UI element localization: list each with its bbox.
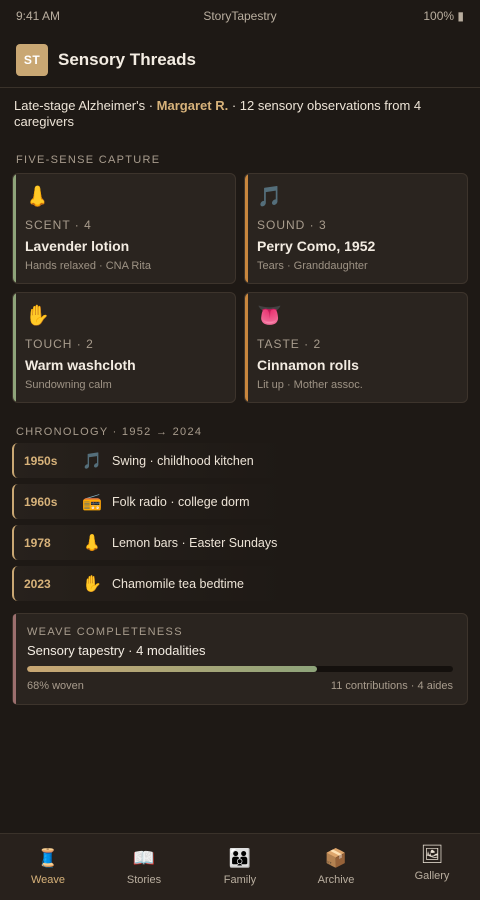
page-title: Sensory Threads xyxy=(58,49,196,69)
sense-card-taste[interactable]: 👅 TASTE · 2 Cinnamon rolls Lit up · Moth… xyxy=(244,292,468,403)
sense-meta: SOUND · 3 xyxy=(257,218,327,232)
nose-icon: 👃 xyxy=(25,186,50,208)
hand-icon: ✋ xyxy=(82,575,102,593)
music-note-icon: 🎵 xyxy=(257,186,282,208)
book-icon: 📖 xyxy=(132,848,156,868)
package-icon: 📦 xyxy=(324,848,348,868)
tab-gallery[interactable]: 🖼 Gallery xyxy=(384,834,480,900)
app-logo[interactable]: ST xyxy=(16,43,48,76)
patient-summary: Late-stage Alzheimer's · Margaret R. · 1… xyxy=(0,88,480,130)
tongue-icon: 👅 xyxy=(257,305,282,327)
sense-item: Warm washcloth xyxy=(25,357,136,373)
tab-archive[interactable]: 📦 Archive xyxy=(288,834,384,900)
sense-note: Tears · Granddaughter xyxy=(257,260,368,272)
tab-label: Gallery xyxy=(414,870,450,882)
sense-note: Lit up · Mother assoc. xyxy=(257,379,363,391)
weave-progress-fill xyxy=(27,666,317,672)
radio-icon: 📻 xyxy=(82,493,102,511)
tab-label: Family xyxy=(223,874,257,886)
tab-label: Stories xyxy=(126,874,162,886)
timeline-year: 1960s xyxy=(24,494,58,509)
timeline-desc: Swing · childhood kitchen xyxy=(112,453,254,468)
tab-weave[interactable]: 🧵 Weave xyxy=(0,834,96,900)
sense-grid: 👃 SCENT · 4 Lavender lotion Hands relaxe… xyxy=(0,173,480,403)
sense-item: Lavender lotion xyxy=(25,238,130,254)
patient-name-link[interactable]: Margaret R. xyxy=(157,98,229,113)
sense-item: Cinnamon rolls xyxy=(257,357,359,373)
app-header: ST Sensory Threads xyxy=(0,32,480,88)
weave-progress-bar xyxy=(27,666,453,672)
sense-meta: TASTE · 2 xyxy=(257,337,322,351)
timeline-row[interactable]: 1978 👃 Lemon bars · Easter Sundays xyxy=(12,525,468,560)
sense-card-scent[interactable]: 👃 SCENT · 4 Lavender lotion Hands relaxe… xyxy=(12,173,236,284)
weave-completeness-card[interactable]: WEAVE COMPLETENESS Sensory tapestry · 4 … xyxy=(12,613,468,705)
timeline-year: 1978 xyxy=(24,535,51,550)
capture-section-label: FIVE-SENSE CAPTURE xyxy=(16,154,161,166)
thread-spool-icon: 🧵 xyxy=(36,848,60,868)
summary-prefix: Late-stage Alzheimer's · xyxy=(14,98,157,113)
chronology-section-label: CHRONOLOGY · 1952 → 2024 xyxy=(16,426,203,438)
status-bar: 9:41 AM StoryTapestry 100% ▮ xyxy=(0,0,480,32)
timeline-desc: Lemon bars · Easter Sundays xyxy=(112,535,278,550)
tab-label: Weave xyxy=(30,874,66,886)
status-battery: 100% ▮ xyxy=(423,9,464,23)
timeline-row[interactable]: 1960s 📻 Folk radio · college dorm xyxy=(12,484,468,519)
timeline-row[interactable]: 2023 ✋ Chamomile tea bedtime xyxy=(12,566,468,601)
hand-icon: ✋ xyxy=(25,305,50,327)
weave-label: WEAVE COMPLETENESS xyxy=(27,626,183,638)
tab-label: Archive xyxy=(317,874,355,886)
chronology-timeline: 1950s 🎵 Swing · childhood kitchen 1960s … xyxy=(0,443,480,601)
family-icon: 👪 xyxy=(228,848,252,868)
tab-family[interactable]: 👪 Family xyxy=(192,834,288,900)
timeline-year: 2023 xyxy=(24,576,51,591)
status-time: 9:41 AM xyxy=(16,9,61,23)
weave-progress-text: 68% woven xyxy=(27,680,84,692)
weave-contributions: 11 contributions · 4 aides xyxy=(330,680,453,692)
weave-title: Sensory tapestry · 4 modalities xyxy=(27,643,206,658)
status-app-name: StoryTapestry xyxy=(203,9,277,23)
bottom-tab-bar: 🧵 Weave 📖 Stories 👪 Family 📦 Archive 🖼 G… xyxy=(0,833,480,900)
timeline-desc: Folk radio · college dorm xyxy=(112,494,250,509)
sense-item: Perry Como, 1952 xyxy=(257,238,376,254)
sense-note: Hands relaxed · CNA Rita xyxy=(25,260,151,272)
nose-icon: 👃 xyxy=(82,534,102,552)
music-note-icon: 🎵 xyxy=(82,452,102,470)
timeline-row[interactable]: 1950s 🎵 Swing · childhood kitchen xyxy=(12,443,468,478)
tab-stories[interactable]: 📖 Stories xyxy=(96,834,192,900)
timeline-year: 1950s xyxy=(24,453,58,468)
sense-meta: TOUCH · 2 xyxy=(25,337,94,351)
sense-card-sound[interactable]: 🎵 SOUND · 3 Perry Como, 1952 Tears · Gra… xyxy=(244,173,468,284)
framed-picture-icon: 🖼 xyxy=(420,844,444,864)
sense-card-touch[interactable]: ✋ TOUCH · 2 Warm washcloth Sundowning ca… xyxy=(12,292,236,403)
sense-meta: SCENT · 4 xyxy=(25,218,92,232)
timeline-desc: Chamomile tea bedtime xyxy=(112,576,245,591)
sense-note: Sundowning calm xyxy=(25,379,112,391)
